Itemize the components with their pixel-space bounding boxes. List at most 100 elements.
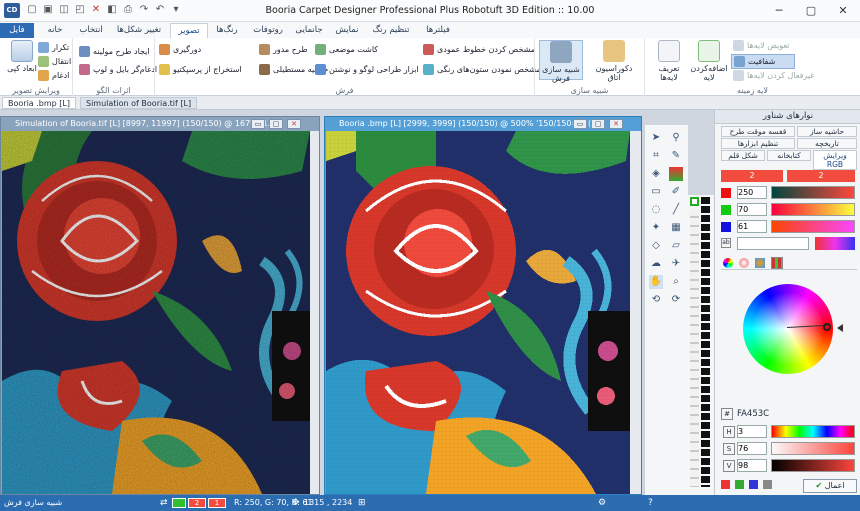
tab-select[interactable]: انتخاب [74,23,108,38]
hand-icon[interactable]: ✋ [649,275,663,289]
grid-tab-icon[interactable] [771,257,783,269]
merge-button[interactable]: ادغام [38,70,69,81]
move-button[interactable]: انتقال [38,56,71,67]
smudge-icon[interactable]: ☁ [649,257,663,271]
zoom-icon[interactable]: ⌕ [669,275,683,289]
color-wheel-handle[interactable] [823,323,831,331]
pointer-icon[interactable]: ➤ [649,131,663,145]
blue-slider[interactable] [771,220,855,233]
tab-home[interactable]: خانه [40,23,70,38]
swap-layers-button[interactable]: تعویض لایه‌ها [733,40,790,51]
minimize-icon[interactable]: ─ [764,2,794,20]
vertical-lines-button[interactable]: مشخص کردن خطوط عمودی [423,44,535,55]
color-wheel[interactable] [743,284,833,374]
palette-swatches-dark[interactable] [701,197,710,487]
tab-file[interactable]: فایل [0,23,34,38]
hue-input[interactable] [737,425,767,438]
status-settings-icon[interactable]: ⚙ [598,498,606,508]
circular-design-button[interactable]: طرح مدور [259,44,308,55]
tab-rotofat[interactable]: روتوفات [248,23,288,38]
bmp-canvas[interactable] [326,131,630,494]
line-icon[interactable]: ╱ [669,203,683,217]
copy-size-button[interactable]: ابعاد کپی [2,40,42,80]
rect-select-icon[interactable]: ▭ [649,185,663,199]
text-icon[interactable]: ✈ [669,257,683,271]
tab-colors[interactable]: رنگ‌ها [210,23,244,38]
palette-tab-icon[interactable] [755,258,765,268]
foreground-swatch[interactable]: 2 [721,170,783,182]
tab-history[interactable]: تاریخچه [797,138,857,149]
color-columns-button[interactable]: مشخص نمودن ستون‌های رنگی [423,64,541,75]
tab-image[interactable]: تصویر [170,23,208,38]
background-swatch[interactable]: 2 [787,170,855,182]
swatch-gray-icon[interactable] [762,480,772,489]
swatch-red-icon[interactable] [721,480,730,489]
hue-slider[interactable] [771,425,855,438]
close-icon[interactable]: ✕ [828,2,858,20]
maximize-icon[interactable]: ▢ [796,2,826,20]
tab-pen-shape[interactable]: شکل قلم [721,150,765,161]
tab-border-maker[interactable]: حاشیه ساز [797,126,857,137]
maximize-icon[interactable]: ▢ [269,119,283,129]
color-palette-strip[interactable] [688,195,714,495]
swatch-green-icon[interactable] [734,480,744,489]
status-help-icon[interactable]: ? [648,498,653,508]
lasso-icon[interactable]: ◌ [649,203,663,217]
green-slider[interactable] [771,203,855,216]
rotate-icon[interactable]: ⟲ [649,293,663,307]
doc-tab-bmp[interactable]: Booria .bmp [L] [2,97,76,109]
magic-wand-icon[interactable]: ✦ [649,221,663,235]
apply-button[interactable]: ✔ اعمال [803,479,857,493]
create-mouline-button[interactable]: ایجاد طرح مولینه [79,46,150,57]
window-simulation[interactable]: Simulation of Booria.tif [L] [8997, 1199… [0,116,320,495]
swatch-blue-icon[interactable] [748,480,758,489]
bail-loop-button[interactable]: ادغام‌گر بایل و لوپ [79,64,157,75]
value-slider[interactable] [771,459,855,472]
eraser-icon[interactable]: ▱ [669,239,683,253]
tab-tool-settings[interactable]: تنظیم ابزارها [721,138,795,149]
window-bmp[interactable]: Booria .bmp [L] [2999, 3999] (150/150) @… [324,116,642,495]
tab-filters[interactable]: فیلترها [418,23,458,38]
perspective-extract-button[interactable]: استخراج از پرسپکتیو [159,64,242,75]
hex-value[interactable]: FA453C [737,408,797,420]
doc-tab-simulation[interactable]: Simulation of Booria.tif [L] [80,97,198,109]
carpet-sim-button[interactable]: شبیه سازی فرش [539,40,583,83]
color-wheel-tab-icon[interactable] [723,258,733,268]
close-icon[interactable]: ✕ [609,119,623,129]
simulation-vscroll[interactable] [310,131,319,494]
restore-icon[interactable]: ▭ [251,119,265,129]
hsv-tab-icon[interactable] [739,258,749,268]
shape-icon[interactable]: ◇ [649,239,663,253]
repeat-button[interactable]: تکرار [38,42,69,53]
crop-icon[interactable]: ⌗ [649,149,663,163]
repeat-tool-icon[interactable]: ⟳ [669,293,683,307]
room-decor-button[interactable]: دکوراسیون اتاق [591,40,637,82]
restore-icon[interactable]: ▭ [573,119,587,129]
maximize-icon[interactable]: ▢ [591,119,605,129]
tab-transform[interactable]: تغییر شکل‌ها [112,23,166,38]
disable-layers-button[interactable]: غیرفعال کردن لایه‌ها [733,70,814,81]
tab-color-adjust[interactable]: تنظیم رنگ [368,23,414,38]
bucket-icon[interactable]: ◈ [649,167,663,181]
value-input[interactable] [737,459,767,472]
blue-input[interactable] [737,220,767,233]
transparency-button[interactable]: شفافیت [731,54,795,69]
simulation-canvas[interactable] [2,131,310,494]
tab-placement[interactable]: جانمایی [290,23,328,38]
bmp-vscroll[interactable] [630,131,641,494]
close-icon[interactable]: ✕ [287,119,301,129]
brush-icon[interactable]: ✐ [669,185,683,199]
eyedropper-icon[interactable]: ⚲ [669,131,683,145]
stamp-icon[interactable]: ▦ [669,221,683,235]
define-layers-button[interactable]: تعریف لایه‌ها [649,40,689,82]
saturation-input[interactable] [737,442,767,455]
tab-temp-shelf[interactable]: قفسه موقت طرح [721,126,795,137]
pencil-icon[interactable]: ✎ [669,149,683,163]
logo-tool-button[interactable]: ابزار طراحی لوگو و نوشتن [315,64,419,75]
local-plant-button[interactable]: کاشت موضعی [315,44,378,55]
tab-view[interactable]: نمایش [330,23,364,38]
add-layer-button[interactable]: اضافه‌کردن لایه [689,40,729,82]
green-input[interactable] [737,203,767,216]
gradient-icon[interactable] [669,167,683,181]
tab-rgb-edit[interactable]: ویرایش RGB [813,150,857,170]
